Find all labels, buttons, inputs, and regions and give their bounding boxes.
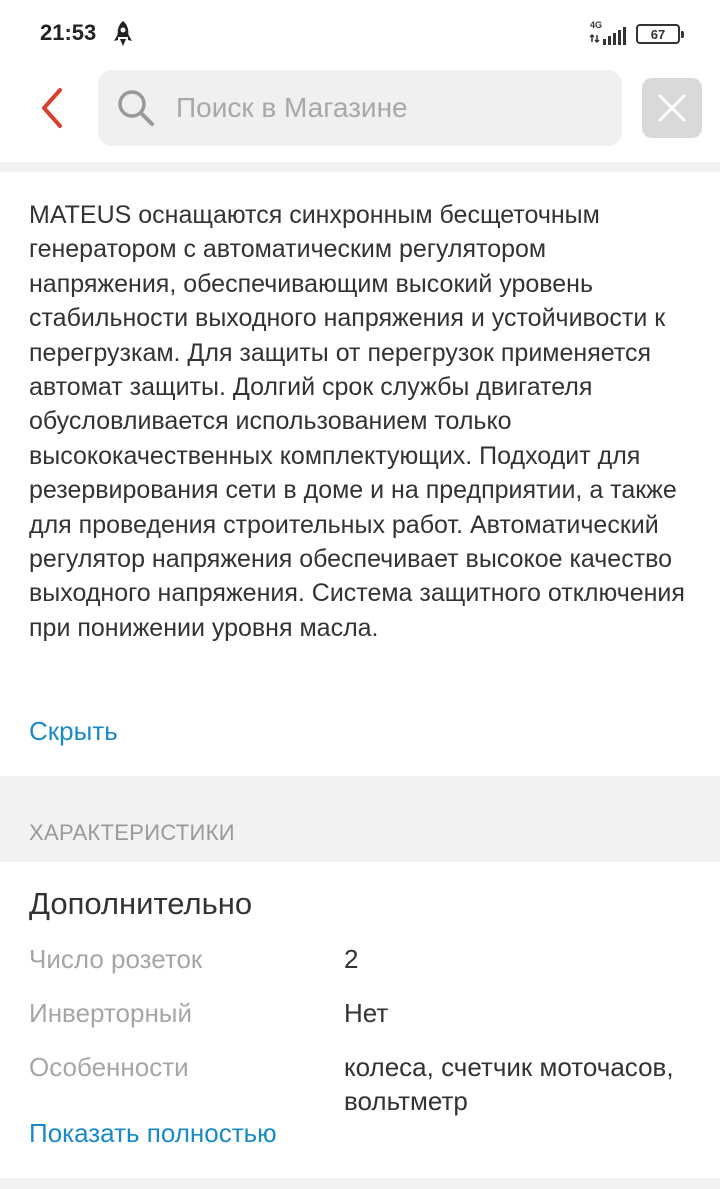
clear-search-button[interactable] bbox=[642, 78, 702, 138]
spec-value: колеса, счетчик моточасов, вольтметр bbox=[344, 1052, 674, 1116]
spec-label: Особенности bbox=[29, 1052, 189, 1082]
section-title: Дополнительно bbox=[29, 886, 253, 921]
show-more-link[interactable]: Показать полностью bbox=[29, 1118, 277, 1149]
description-text: MATEUS оснащаются синхронным бесщеточным… bbox=[29, 201, 685, 642]
product-description: MATEUS оснащаются синхронным бесщеточным… bbox=[0, 172, 720, 776]
battery-indicator: 67 bbox=[636, 24, 684, 44]
spec-label: Инверторный bbox=[29, 998, 193, 1028]
divider bbox=[0, 1178, 720, 1189]
signal-icon bbox=[589, 27, 626, 45]
status-indicators: 4G 67 bbox=[586, 20, 686, 50]
search-icon bbox=[118, 90, 154, 126]
status-bar: 21:53 4G 67 bbox=[0, 0, 720, 70]
chevron-left-icon bbox=[42, 88, 62, 128]
specs-section: Дополнительно Число розеток 2 Инверторны… bbox=[0, 862, 720, 1164]
search-input[interactable] bbox=[176, 70, 596, 146]
hide-description-link[interactable]: Скрыть bbox=[29, 716, 118, 747]
back-button[interactable] bbox=[28, 84, 76, 132]
search-box[interactable] bbox=[98, 70, 622, 146]
spec-value: Нет bbox=[344, 998, 389, 1028]
spec-label: Число розеток bbox=[29, 944, 203, 974]
search-header bbox=[0, 70, 720, 162]
rocket-icon bbox=[114, 21, 132, 46]
status-time: 21:53 bbox=[40, 20, 97, 45]
specs-title: ХАРАКТЕРИСТИКИ bbox=[29, 820, 235, 845]
specs-header: ХАРАКТЕРИСТИКИ bbox=[0, 776, 720, 862]
divider bbox=[0, 162, 720, 172]
close-icon bbox=[658, 94, 686, 122]
spec-value: 2 bbox=[344, 944, 359, 974]
